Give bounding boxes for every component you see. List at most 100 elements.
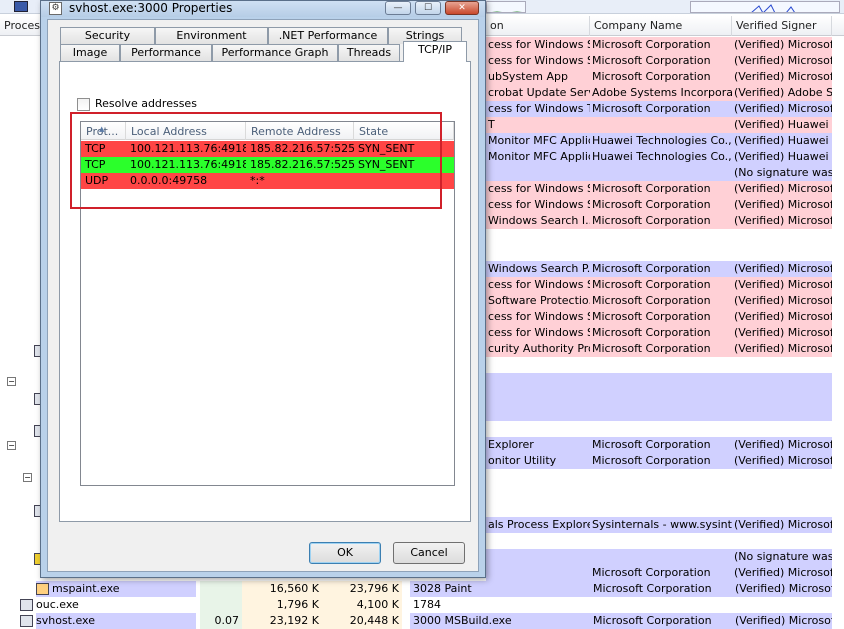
verified-signer: (Verified) Microsoft... <box>732 517 832 533</box>
company-name: Microsoft Corporation <box>590 37 732 53</box>
process-row[interactable]: mspaint.exe 16,560 K 23,796 K 3028 Paint Mic… <box>0 581 844 597</box>
connection-row[interactable]: UDP 0.0.0.0:49758 *:* <box>81 173 454 189</box>
verified-signer: (No signature was... <box>732 165 832 181</box>
resolve-addresses-label[interactable]: Resolve addresses <box>95 96 197 112</box>
tab-image[interactable]: Image <box>60 44 120 61</box>
process-row[interactable]: svhost.exe 0.07 23,192 K 20,448 K 3000 MSBui… <box>0 613 844 629</box>
company-name: Adobe Systems Incorporated <box>590 85 732 101</box>
tab-threads[interactable]: Threads <box>338 44 400 61</box>
private-bytes: 23,192 K <box>242 613 322 629</box>
io-graph[interactable] <box>690 1 840 13</box>
sort-ascending-icon: ▲ <box>99 125 105 133</box>
verified-signer: (Verified) Microsoft... <box>732 437 832 453</box>
process-row-band[interactable] <box>486 373 832 389</box>
verified-signer: (Verified) Microsoft... <box>732 261 832 277</box>
verified-signer: (Verified) Adobe S... <box>732 85 832 101</box>
process-description <box>486 245 590 261</box>
tcp-ip-panel: Resolve addresses ▲ Prot... Local Address… <box>59 61 471 522</box>
tab-performance[interactable]: Performance <box>120 44 212 61</box>
verified-signer: (Verified) Microsoft... <box>732 181 832 197</box>
properties-dialog: ⚙ svhost.exe:3000 Properties — ☐ ✕ Secur… <box>40 0 486 578</box>
minimize-button[interactable]: — <box>385 1 411 15</box>
company-name: Microsoft Corporation <box>590 581 732 597</box>
verified-signer: (Verified) Huawei ... <box>732 133 832 149</box>
cpu-graph[interactable] <box>486 1 526 13</box>
ok-button[interactable]: OK <box>309 542 381 564</box>
company-name <box>590 117 732 133</box>
company-name: Microsoft Corporation <box>590 101 732 117</box>
connection-protocol: TCP <box>85 142 106 155</box>
tab-performance-graph[interactable]: Performance Graph <box>212 44 338 61</box>
cpu-usage <box>200 597 242 613</box>
company-name: Microsoft Corporation <box>590 437 732 453</box>
cpu-usage: 0.07 <box>200 613 242 629</box>
process-description: ubSystem App <box>486 69 590 85</box>
process-description <box>486 565 590 581</box>
company-name: Microsoft Corporation <box>590 309 732 325</box>
process-description: cess for Windows S... <box>486 325 590 341</box>
connection-remote-address: 185.82.216.57:5254 <box>250 142 354 155</box>
process-row-band[interactable] <box>486 405 832 421</box>
verified-signer: (Verified) Microsoft... <box>732 341 832 357</box>
tree-expand-icon[interactable]: − <box>7 441 16 450</box>
company-name: Microsoft Corporation <box>590 53 732 69</box>
process-row[interactable]: ouc.exe 1,796 K 4,100 K 1784 <box>0 597 844 613</box>
tree-expand-icon[interactable]: − <box>7 377 16 386</box>
process-name: mspaint.exe <box>36 581 196 597</box>
resolve-addresses-checkbox[interactable] <box>77 98 90 111</box>
company-name: Microsoft Corporation <box>590 341 732 357</box>
verified-signer: (Verified) Microsoft... <box>732 293 832 309</box>
company-name: Huawei Technologies Co.,... <box>590 133 732 149</box>
process-description: T <box>486 117 590 133</box>
maximize-button[interactable]: ☐ <box>415 1 441 15</box>
column-company-name[interactable]: Company Name <box>590 16 732 36</box>
company-name <box>590 165 732 181</box>
verified-signer: (Verified) Huawei ... <box>732 149 832 165</box>
app-icon: ⚙ <box>49 2 62 15</box>
column-remote-address[interactable]: Remote Address <box>246 122 354 140</box>
connection-row[interactable]: TCP 100.121.113.76:49180 185.82.216.57:525… <box>81 141 454 157</box>
verified-signer: (Verified) Microsoft... <box>732 37 832 53</box>
company-name: Microsoft Corporation <box>590 277 732 293</box>
close-button[interactable]: ✕ <box>445 1 479 15</box>
tab-tcp-ip[interactable]: TCP/IP <box>403 41 467 62</box>
verified-signer: (Verified) Microsoft... <box>732 581 832 597</box>
column-process[interactable]: Proces <box>0 16 42 36</box>
process-description <box>486 549 590 565</box>
verified-signer <box>732 597 832 613</box>
process-description <box>486 165 590 181</box>
tree-expand-icon[interactable]: − <box>23 473 32 482</box>
tab-environment[interactable]: Environment <box>155 27 268 44</box>
process-description: Windows Search P... <box>486 261 590 277</box>
process-description: cess for Windows S... <box>486 53 590 69</box>
cpu-graph-icon[interactable] <box>14 1 28 12</box>
company-name: Microsoft Corporation <box>590 565 732 581</box>
column-verified-signer[interactable]: Verified Signer <box>732 16 832 36</box>
working-set: 23,796 K <box>322 581 402 597</box>
column-description[interactable]: on <box>486 16 590 36</box>
process-row-band[interactable] <box>486 389 832 405</box>
verified-signer: (No signature was... <box>732 549 832 565</box>
process-description: cess for Windows S... <box>486 197 590 213</box>
cancel-button[interactable]: Cancel <box>393 542 465 564</box>
connection-row[interactable]: TCP 100.121.113.76:49181 185.82.216.57:525… <box>81 157 454 173</box>
company-name: Microsoft Corporation <box>590 613 732 629</box>
connection-protocol: TCP <box>85 158 106 171</box>
connection-state: SYN_SENT <box>358 142 415 155</box>
verified-signer: (Verified) Huawei ... <box>732 117 832 133</box>
connections-list[interactable]: ▲ Prot... Local Address Remote Address St… <box>80 121 455 486</box>
verified-signer: (Verified) Microsoft... <box>732 53 832 69</box>
tab-net-performance[interactable]: .NET Performance <box>268 27 388 44</box>
tab-security[interactable]: Security <box>60 27 155 44</box>
title-bar[interactable]: ⚙ svhost.exe:3000 Properties — ☐ ✕ <box>41 1 485 17</box>
column-state[interactable]: State <box>354 122 454 140</box>
process-description: curity Authority Proc... <box>486 341 590 357</box>
verified-signer: (Verified) Microsoft... <box>732 197 832 213</box>
column-protocol[interactable]: ▲ Prot... <box>81 122 126 140</box>
dialog-title: svhost.exe:3000 Properties <box>69 1 233 15</box>
column-local-address[interactable]: Local Address <box>126 122 246 140</box>
company-name: Microsoft Corporation <box>590 453 732 469</box>
process-description: cess for Windows S... <box>486 181 590 197</box>
process-icon <box>20 599 33 611</box>
minimize-icon: — <box>393 3 403 13</box>
